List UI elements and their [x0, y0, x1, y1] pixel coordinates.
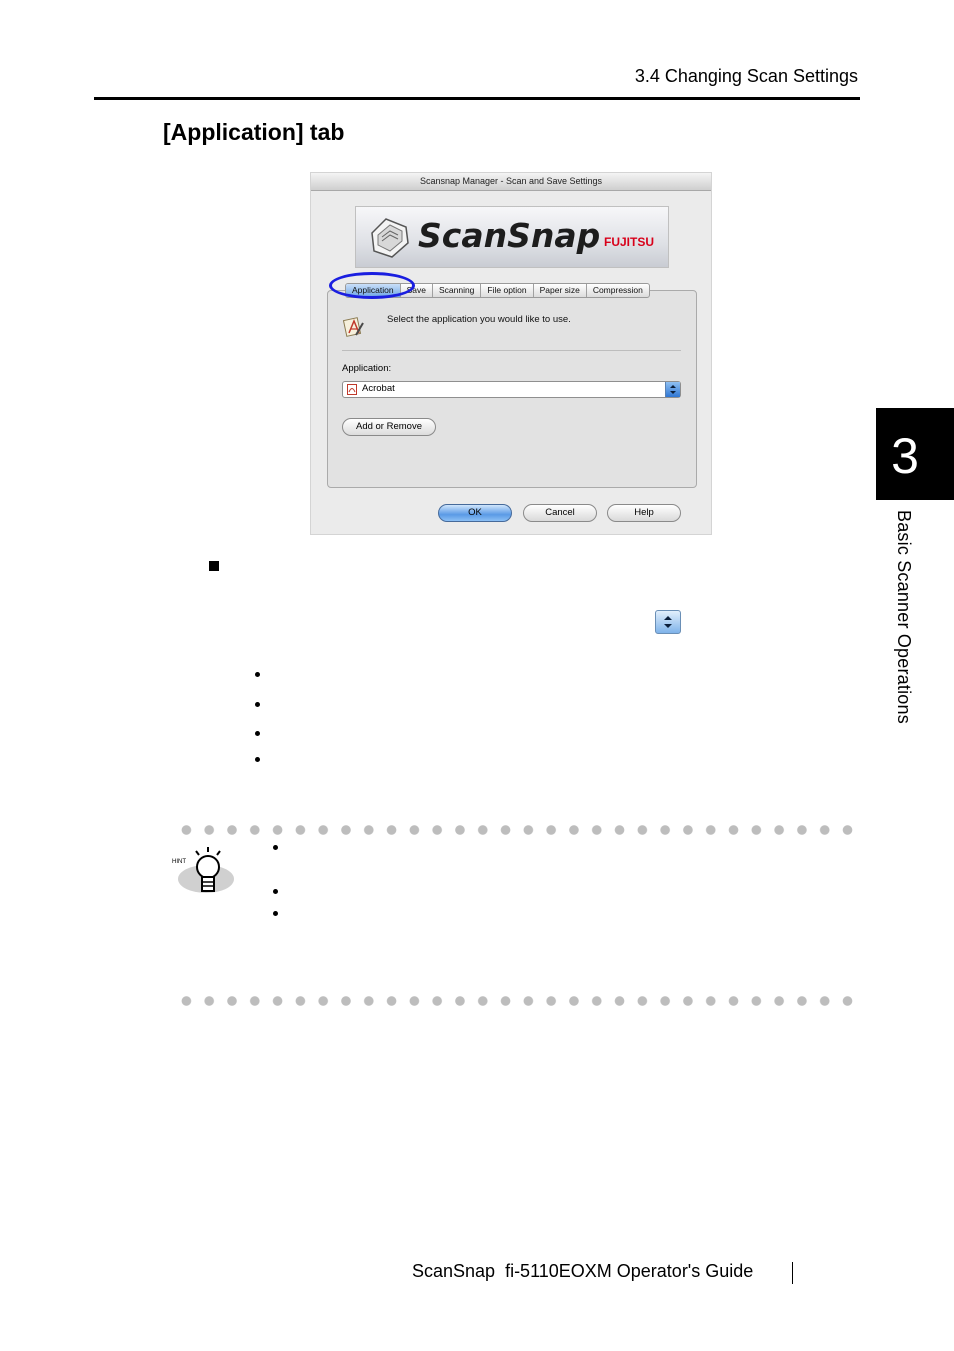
tab-paper-size[interactable]: Paper size: [534, 284, 587, 297]
bullet-dot: [273, 911, 278, 916]
application-pencil-icon: [343, 317, 364, 337]
footer-guide-title: ScanSnap fi-5110EOXM Operator's Guide: [412, 1261, 754, 1281]
instruction-text: Select the application you would like to…: [387, 314, 571, 325]
chapter-number: 3: [891, 428, 919, 484]
lightbulb-hint-icon: [178, 847, 234, 893]
chevron-updown-icon: [664, 616, 672, 628]
bullet-dot: [273, 845, 278, 850]
tab-file-option[interactable]: File option: [481, 284, 534, 297]
stepper-button-icon: [655, 610, 681, 634]
square-bullet: [209, 561, 219, 571]
chevron-updown-icon: [670, 385, 676, 394]
chapter-title: Basic Scanner Operations: [894, 510, 914, 724]
add-or-remove-button[interactable]: Add or Remove: [342, 418, 436, 436]
hint-top-rule: [175, 825, 855, 835]
page-heading: [Application] tab: [163, 119, 345, 145]
tab-panel: Select the application you would like to…: [327, 290, 697, 488]
hint-bottom-rule: [175, 996, 855, 1006]
acrobat-pdf-icon: [347, 384, 357, 395]
bullet-dot: [273, 889, 278, 894]
footer-rule: [792, 1262, 793, 1284]
application-label: Application:: [342, 363, 392, 374]
application-select[interactable]: Acrobat: [342, 381, 681, 398]
header-rule: [94, 97, 860, 100]
settings-dialog: Scansnap Manager - Scan and Save Setting…: [311, 173, 711, 534]
application-select-value: Acrobat: [362, 383, 395, 394]
bullet-dot: [255, 731, 260, 736]
tab-compression[interactable]: Compression: [587, 284, 649, 297]
select-stepper-icon[interactable]: [665, 382, 680, 397]
logo-wordmark: ScanSnap: [418, 216, 601, 255]
help-button[interactable]: Help: [607, 504, 681, 522]
scansnap-logo-banner: ScanSnap FUJITSU: [355, 206, 669, 268]
tab-scanning[interactable]: Scanning: [433, 284, 482, 297]
fujitsu-brand: FUJITSU: [604, 235, 655, 249]
panel-divider: [342, 350, 681, 351]
bullet-dot: [255, 702, 260, 707]
hint-label: HINT: [172, 859, 186, 865]
bullet-dot: [255, 672, 260, 677]
scanner-illustration-icon: [371, 218, 409, 258]
section-header: 3.4 Changing Scan Settings: [634, 66, 858, 86]
ok-button[interactable]: OK: [438, 504, 512, 522]
dialog-title: Scansnap Manager - Scan and Save Setting…: [311, 173, 711, 191]
cancel-button[interactable]: Cancel: [523, 504, 597, 522]
tab-highlight-ring: [329, 272, 415, 299]
bullet-dot: [255, 757, 260, 762]
